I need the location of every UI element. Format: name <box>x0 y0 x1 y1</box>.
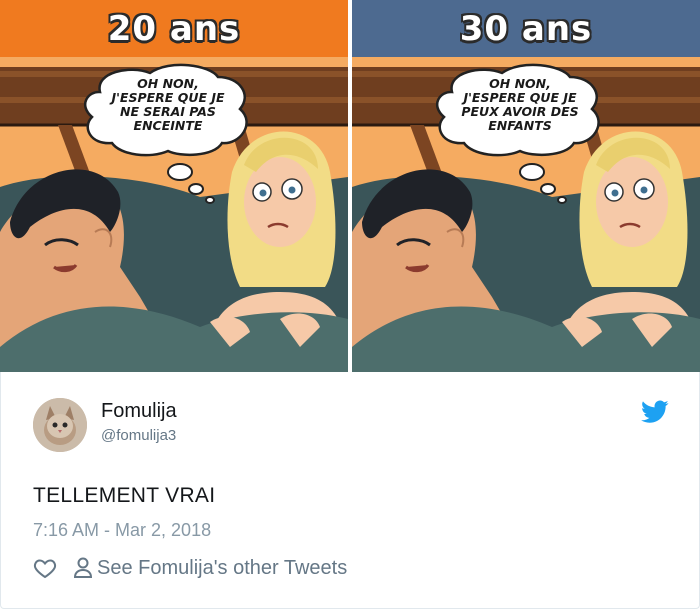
twitter-bird-icon[interactable] <box>641 400 669 424</box>
age-label-30: 30 ans <box>459 8 593 49</box>
avatar[interactable] <box>33 398 87 452</box>
comic-image: 20 ans OH NON, J'ESPERE QUE JE NE SERAI … <box>0 0 700 372</box>
age-label-20: 20 ans <box>107 8 241 49</box>
panel-header-30: 30 ans <box>352 0 700 57</box>
display-name[interactable]: Fomulija <box>101 400 177 423</box>
heart-icon[interactable] <box>33 556 57 580</box>
see-other-tweets-link[interactable]: See Fomulija's other Tweets <box>73 557 347 580</box>
user-handle[interactable]: @fomulija3 <box>101 427 176 444</box>
tweet-timestamp[interactable]: 7:16 AM - Mar 2, 2018 <box>33 520 211 541</box>
tweet-text: TELLEMENT VRAI <box>33 484 216 507</box>
thought-text-20: OH NON, J'ESPERE QUE JE NE SERAI PAS ENC… <box>111 76 225 133</box>
comic-panel-30: 30 ans OH NON, J'ESPERE QUE JE PEUX AVOI… <box>352 0 700 372</box>
comic-panel-20: 20 ans OH NON, J'ESPERE QUE JE NE SERAI … <box>0 0 348 372</box>
panel-header-20: 20 ans <box>0 0 348 57</box>
person-icon <box>73 557 93 578</box>
tweet-card: Fomulija @fomulija3 TELLEMENT VRAI 7:16 … <box>0 372 700 609</box>
thought-text-30: OH NON, J'ESPERE QUE JE PEUX AVOIR DES E… <box>461 76 579 133</box>
tweet-actions: See Fomulija's other Tweets <box>33 554 347 582</box>
see-other-tweets-label: See Fomulija's other Tweets <box>97 556 348 579</box>
